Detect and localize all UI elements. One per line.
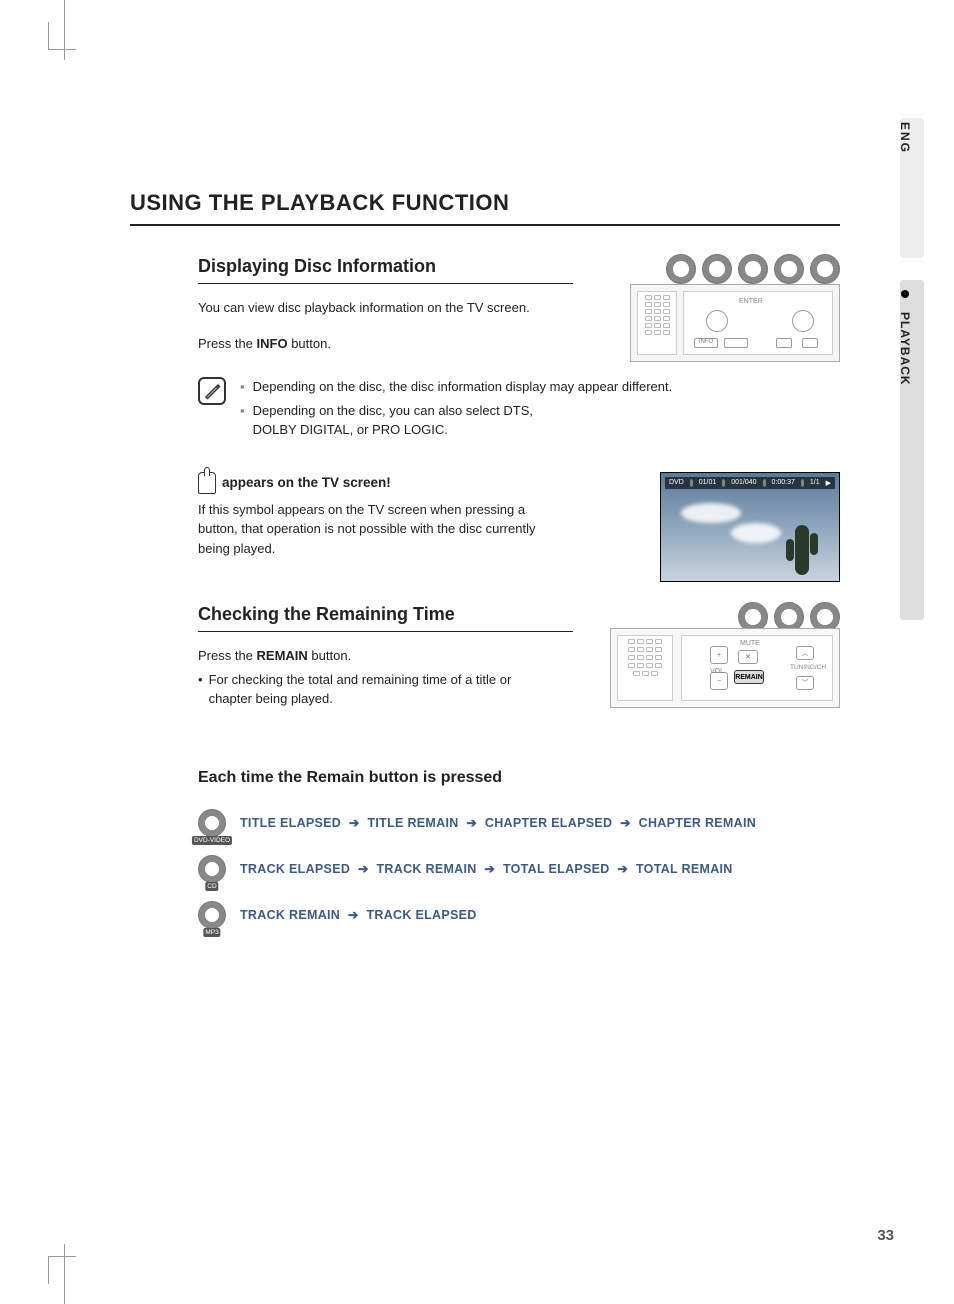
note-list: ▪ Depending on the disc, the disc informa…: [240, 377, 672, 444]
bullet-icon: [901, 290, 909, 298]
disc-badge-label: CD: [205, 882, 218, 891]
section-remaining-time: DVD CD MP3 Checking the Remaining Time +…: [198, 604, 840, 709]
down-icon: ﹀: [796, 676, 814, 690]
remote-detail: + − VOL MUTE ✕ REMAIN ︿ ﹀ TUNING/CH: [681, 635, 833, 701]
arrow-icon: ➔: [620, 816, 631, 830]
note-text: Depending on the disc, you can also sele…: [253, 401, 553, 440]
remote-button-icon: [776, 338, 792, 348]
disc-badge-label: MP3: [203, 928, 220, 937]
side-language-tab: ENG: [898, 122, 912, 154]
remote-info-button: INFO: [694, 338, 718, 348]
disc-type-badges: DVD CD MP3 JPEG DivX: [666, 254, 840, 284]
text: Press the: [198, 336, 257, 351]
disc-badge: JPEG: [774, 254, 804, 284]
arrow-icon: ➔: [484, 862, 495, 876]
page-title: USING THE PLAYBACK FUNCTION: [130, 190, 840, 226]
intro-text: You can view disc playback information o…: [198, 298, 558, 318]
disc-badge: DVD-VIDEO: [198, 809, 226, 837]
arrow-icon: ➔: [617, 862, 628, 876]
text: button.: [288, 336, 331, 351]
remote-label: MUTE: [740, 640, 760, 647]
osd-chapter: 001/040: [731, 479, 756, 486]
arrow-icon: ➔: [358, 862, 369, 876]
arrow-icon: ➔: [466, 816, 477, 830]
disc-badge: CD: [702, 254, 732, 284]
remote-label: TUNING/CH: [790, 664, 820, 671]
osd-icon: [722, 479, 725, 487]
crop-mark: [64, 0, 65, 60]
remote-button-icon: [706, 310, 728, 332]
bullet-icon: ▪: [240, 401, 245, 440]
osd-title: 01/01: [699, 479, 717, 486]
osd-icon: [763, 479, 766, 487]
arrow-icon: ➔: [348, 908, 359, 922]
section-heading: Displaying Disc Information: [198, 256, 573, 284]
bullet-icon: ▪: [240, 377, 245, 397]
play-icon: ▶: [826, 479, 831, 487]
tv-osd-bar: DVD 01/01 001/040 0:00:37 1/1 ▶: [665, 477, 835, 489]
up-icon: ︿: [796, 646, 814, 660]
sequence-row: DVD-VIDEO TITLE ELAPSED ➔ TITLE REMAIN ➔ …: [198, 809, 840, 837]
sequence-text: TRACK ELAPSED ➔ TRACK REMAIN ➔ TOTAL ELA…: [240, 861, 733, 876]
text: button.: [308, 648, 351, 663]
disc-badge: DivX: [810, 254, 840, 284]
page-number: 33: [877, 1227, 894, 1244]
sub-section-heading: Each time the Remain button is pressed: [198, 769, 840, 787]
sequence-text: TITLE ELAPSED ➔ TITLE REMAIN ➔ CHAPTER E…: [240, 815, 756, 830]
bullet-icon: •: [198, 670, 203, 709]
disc-badge: MP3: [198, 901, 226, 929]
remote-keypad: [637, 291, 677, 355]
tv-screenshot: DVD 01/01 001/040 0:00:37 1/1 ▶: [660, 472, 840, 582]
mute-icon: ✕: [738, 650, 758, 664]
remote-illustration: + − VOL MUTE ✕ REMAIN ︿ ﹀ TUNING/CH: [610, 628, 840, 708]
remote-label: ENTER: [739, 298, 763, 305]
button-name: REMAIN: [257, 648, 308, 663]
remote-button-icon: [724, 338, 748, 348]
osd-time: 0:00:37: [772, 479, 795, 486]
sequence-text: TRACK REMAIN ➔ TRACK ELAPSED: [240, 907, 477, 922]
note-icon: [198, 377, 226, 405]
disc-badge-label: DVD-VIDEO: [192, 836, 232, 845]
disc-badge: CD: [198, 855, 226, 883]
remote-button-icon: [802, 338, 818, 348]
hand-icon: [198, 472, 216, 494]
remain-button-highlight: REMAIN: [734, 670, 764, 684]
crop-mark: [48, 22, 76, 50]
warning-body: If this symbol appears on the TV screen …: [198, 500, 538, 559]
note-block: ▪ Depending on the disc, the disc informa…: [198, 377, 840, 444]
note-text: Depending on the disc, the disc informat…: [253, 377, 673, 397]
disc-badge: MP3: [738, 254, 768, 284]
text: For checking the total and remaining tim…: [209, 670, 558, 709]
remote-illustration: ENTER INFO: [630, 284, 840, 362]
arrow-icon: ➔: [349, 816, 360, 830]
sequence-row: CD TRACK ELAPSED ➔ TRACK REMAIN ➔ TOTAL E…: [198, 855, 840, 883]
side-section-tab: PLAYBACK: [898, 290, 912, 386]
remote-keypad: [617, 635, 673, 701]
disc-badge: DVD: [666, 254, 696, 284]
remote-detail: ENTER INFO: [683, 291, 833, 355]
osd-icon: [801, 479, 804, 487]
button-name: INFO: [257, 336, 288, 351]
osd-icon: [690, 479, 693, 487]
crop-mark: [64, 1244, 65, 1304]
osd-label: DVD: [669, 479, 684, 486]
remote-button-icon: [792, 310, 814, 332]
bullet-text: • For checking the total and remaining t…: [198, 670, 558, 709]
section-heading: Checking the Remaining Time: [198, 604, 573, 632]
section-sequence: Each time the Remain button is pressed D…: [198, 769, 840, 929]
osd-audio: 1/1: [810, 479, 820, 486]
section-disc-info: DVD CD MP3 JPEG DivX Displaying Disc Inf…: [198, 256, 840, 558]
remote-label: VOL: [710, 668, 724, 675]
text: Press the: [198, 648, 257, 663]
crop-mark: [48, 1256, 76, 1284]
warning-heading-text: appears on the TV screen!: [222, 475, 391, 490]
sequence-row: MP3 TRACK REMAIN ➔ TRACK ELAPSED: [198, 901, 840, 929]
side-section-label: PLAYBACK: [898, 312, 912, 386]
